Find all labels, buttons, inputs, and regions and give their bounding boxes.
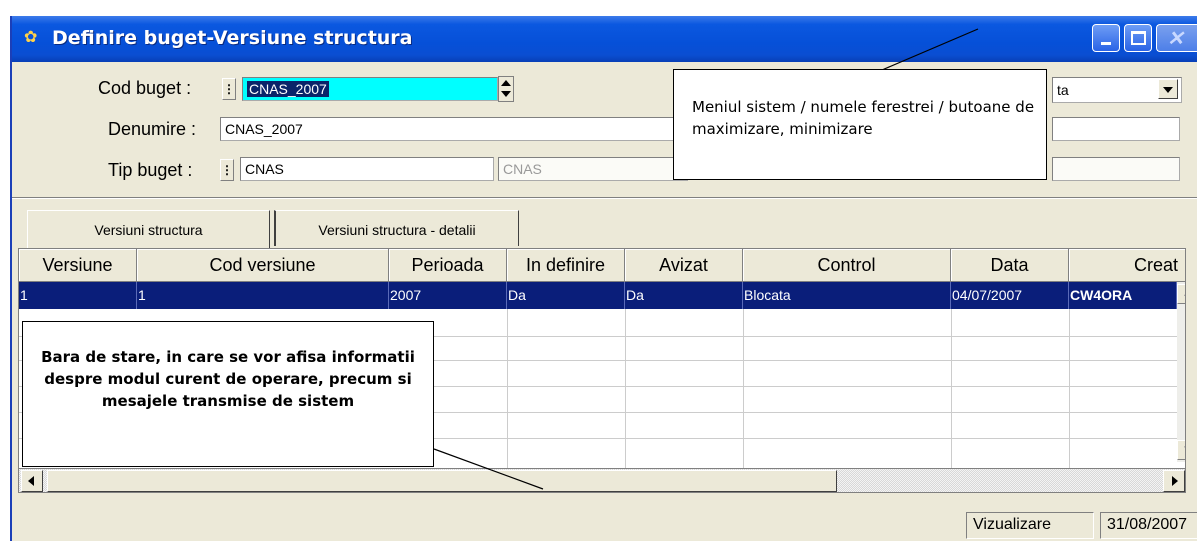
grid-line — [625, 309, 626, 468]
minimize-button[interactable] — [1092, 24, 1120, 52]
scroll-up-icon[interactable]: ▲ — [1177, 284, 1185, 304]
tab-versiuni-structura[interactable]: Versiuni structura — [27, 210, 270, 248]
column-header-avizat[interactable]: Avizat — [625, 249, 743, 282]
status-mode: Vizualizare — [966, 512, 1094, 539]
column-header-in-definire[interactable]: In definire — [507, 249, 625, 282]
horizontal-scrollbar[interactable] — [19, 468, 1185, 492]
cod-buget-label: Cod buget : — [98, 78, 192, 98]
cod-buget-value: CNAS_2007 — [247, 81, 329, 97]
denumire-label: Denumire : — [108, 119, 197, 139]
column-header-control[interactable]: Control — [743, 249, 951, 282]
minimize-icon — [1101, 42, 1111, 45]
denumire-field-ext[interactable] — [1052, 117, 1180, 141]
close-icon: ✕ — [1167, 28, 1184, 50]
cell-in-definire[interactable]: Da — [507, 282, 625, 309]
tab-versiuni-structura-detalii[interactable]: Versiuni structura - detalii — [274, 210, 519, 246]
cod-buget-field[interactable]: CNAS_2007 — [242, 77, 498, 101]
spin-down-icon — [501, 91, 511, 97]
chevron-down-icon — [1163, 87, 1173, 93]
column-header-perioada[interactable]: Perioada — [389, 249, 507, 282]
divider — [12, 197, 1197, 199]
grid-line — [507, 309, 508, 468]
tip-buget-description: CNAS — [498, 157, 688, 181]
scrollbar-thumb[interactable] — [47, 470, 837, 492]
cell-perioada[interactable]: 2007 — [389, 282, 507, 309]
vertical-scrollbar[interactable]: ▲ ▼ — [1177, 282, 1185, 462]
app-icon[interactable]: ✿ — [24, 29, 42, 47]
cell-data[interactable]: 04/07/2007 — [951, 282, 1069, 309]
status-select-value: ta — [1057, 82, 1069, 98]
grid-line — [743, 309, 744, 468]
status-bar-callout: Bara de stare, in care se vor afisa info… — [22, 321, 434, 467]
window-callout: Meniul sistem / numele ferestrei / butoa… — [673, 69, 1047, 180]
cell-cod-versiune[interactable]: 1 — [137, 282, 389, 309]
cell-control[interactable]: Blocata — [743, 282, 951, 309]
window-title: Definire buget-Versiune structura — [52, 27, 413, 49]
cod-buget-lov-button[interactable]: ⋮ — [222, 78, 236, 100]
scroll-down-icon[interactable]: ▼ — [1177, 440, 1185, 460]
cell-avizat[interactable]: Da — [625, 282, 743, 309]
maximize-icon — [1131, 31, 1146, 45]
column-header-cod-versiune[interactable]: Cod versiune — [137, 249, 389, 282]
cell-creat[interactable]: CW4ORA — [1069, 282, 1177, 309]
cod-buget-spinner[interactable] — [498, 76, 514, 102]
tip-buget-lov-button[interactable]: ⋮ — [220, 159, 234, 181]
scroll-right-icon[interactable] — [1163, 470, 1185, 492]
maximize-button[interactable] — [1124, 24, 1152, 52]
grid-line — [951, 309, 952, 468]
close-button[interactable]: ✕ — [1156, 24, 1197, 52]
tip-buget-label: Tip buget : — [108, 160, 193, 180]
denumire-field[interactable]: CNAS_2007 — [220, 117, 680, 141]
title-bar[interactable]: ✿ Definire buget-Versiune structura ✕ — [12, 16, 1197, 62]
status-dropdown-button[interactable] — [1158, 79, 1178, 99]
tip-buget-description-ext — [1052, 157, 1180, 181]
grid-line — [1069, 309, 1070, 468]
column-header-data[interactable]: Data — [951, 249, 1069, 282]
column-header-versiune[interactable]: Versiune — [19, 249, 137, 282]
spin-up-icon — [501, 80, 511, 86]
tip-buget-field[interactable]: CNAS — [240, 157, 494, 181]
scroll-left-icon[interactable] — [21, 470, 43, 492]
column-header-creat[interactable]: Creat — [1069, 249, 1185, 282]
status-date: 31/08/2007 — [1100, 512, 1197, 539]
cell-versiune[interactable]: 1 — [19, 282, 137, 309]
